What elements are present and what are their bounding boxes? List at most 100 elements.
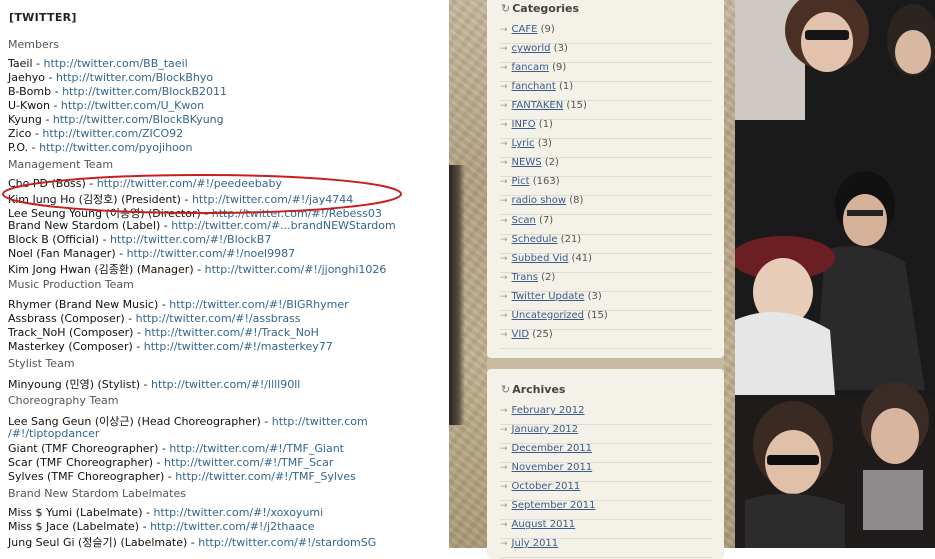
categories-heading: ↻ Categories <box>501 2 579 15</box>
archive-link[interactable]: August 2011 <box>512 519 576 530</box>
archive-link[interactable]: February 2012 <box>512 405 585 416</box>
twitter-link[interactable]: http://twitter.com/BB_taeil <box>43 57 187 70</box>
twitter-entry: Sylves (TMF Choreographer) - http://twit… <box>8 470 356 483</box>
twitter-entry: Assbrass (Composer) - http://twitter.com… <box>8 312 301 325</box>
twitter-entry: Giant (TMF Choreographer) - http://twitt… <box>8 442 344 455</box>
category-item: → fanchant (1) <box>500 81 712 102</box>
category-count: (2) <box>537 271 556 283</box>
category-link[interactable]: Lyric <box>512 138 535 149</box>
twitter-entry: Miss $ Yumi (Labelmate) - http://twitter… <box>8 506 323 519</box>
category-item: → fancam (9) <box>500 62 712 83</box>
entry-name: Giant (TMF Choreographer) - <box>8 442 170 455</box>
archive-link[interactable]: December 2011 <box>512 443 592 454</box>
archives-heading-label: Archives <box>512 383 566 396</box>
arrow-bullet-icon: → <box>500 272 508 283</box>
archive-item: → January 2012 <box>500 424 712 444</box>
twitter-entry: Cho PD (Boss) - http://twitter.com/#!/pe… <box>8 177 282 190</box>
twitter-entry: Miss $ Jace (Labelmate) - http://twitter… <box>8 520 315 533</box>
category-link[interactable]: fanchant <box>512 81 556 92</box>
entry-name: Assbrass (Composer) - <box>8 312 136 325</box>
arrow-bullet-icon: → <box>500 139 508 150</box>
twitter-link[interactable]: http://twitter.com/#!/noel9987 <box>127 247 296 260</box>
category-item: → Lyric (3) <box>500 138 712 159</box>
category-item: → Schedule (21) <box>500 234 712 254</box>
category-link[interactable]: cyworld <box>512 43 551 54</box>
twitter-link[interactable]: /#!/tiptopdancer <box>8 427 99 440</box>
archive-link[interactable]: January 2012 <box>512 424 579 435</box>
arrow-bullet-icon: → <box>500 215 508 226</box>
category-link[interactable]: radio show <box>512 195 567 206</box>
refresh-icon: ↻ <box>501 383 511 396</box>
category-link[interactable]: Twitter Update <box>512 291 585 302</box>
twitter-link[interactable]: http://twitter.com/#!/masterkey77 <box>144 340 333 353</box>
twitter-entry: Zico - http://twitter.com/ZICO92 <box>8 127 183 140</box>
twitter-entry: Kim Jong Hwan (김종환) (Manager) - http://t… <box>8 261 386 277</box>
twitter-link[interactable]: http://twitter.com/#!/assbrass <box>136 312 301 325</box>
twitter-link[interactable]: http://twitter.com/#!/xoxoyumi <box>153 506 323 519</box>
twitter-link[interactable]: http://twitter.com/U_Kwon <box>61 99 204 112</box>
category-link[interactable]: Subbed Vid <box>512 253 569 264</box>
category-count: (3) <box>550 43 568 55</box>
twitter-link[interactable]: http://twitter.com/#!/llll90ll <box>151 378 300 391</box>
category-link[interactable]: Scan <box>512 215 536 226</box>
arrow-bullet-icon: → <box>500 253 508 264</box>
entry-name: Miss $ Yumi (Labelmate) - <box>8 506 154 519</box>
twitter-link[interactable]: http://twitter.com/BlockBKyung <box>53 113 224 126</box>
category-link[interactable]: CAFE <box>512 24 538 35</box>
archives-widget: ↻ Archives → February 2012 → January 2012 → De… <box>487 369 724 559</box>
arrow-bullet-icon: → <box>500 406 508 416</box>
twitter-link[interactable]: http://twitter.com/#!/TMF_Giant <box>169 442 344 455</box>
entry-name: Taeil - <box>8 57 44 70</box>
category-link[interactable]: Schedule <box>512 234 558 245</box>
twitter-link[interactable]: http://twitter.com/#...brandNEWStardom <box>171 219 395 232</box>
category-item: → radio show (8) <box>500 195 712 216</box>
category-item: → VID (25) <box>500 329 712 349</box>
twitter-link[interactable]: http://twitter.com/#!/TMF_Sylves <box>175 470 356 483</box>
category-item: → CAFE (9) <box>500 24 712 44</box>
twitter-link[interactable]: http://twitter.com/ZICO92 <box>42 127 183 140</box>
entry-name: Kim Jong Hwan (김종환) (Manager) - <box>8 263 205 276</box>
twitter-link[interactable]: http://twitter.com/#!/stardomSG <box>198 536 376 548</box>
category-count: (15) <box>584 309 608 321</box>
twitter-entry: Noel (Fan Manager) - http://twitter.com/… <box>8 247 295 260</box>
twitter-link[interactable]: http://twitter.com/#!/BIGRhymer <box>169 298 348 311</box>
category-link[interactable]: NEWS <box>512 157 542 168</box>
entry-name: Cho PD (Boss) - <box>8 177 97 190</box>
twitter-link[interactable]: http://twitter.com/#!/peedeebaby <box>97 177 282 190</box>
entry-name: Zico - <box>8 127 43 140</box>
twitter-link[interactable]: http://twitter.com/#!/j2thaace <box>150 520 315 533</box>
arrow-bullet-icon: → <box>500 177 508 188</box>
category-link[interactable]: VID <box>512 329 530 340</box>
category-link[interactable]: Uncategorized <box>512 310 584 321</box>
category-link[interactable]: Trans <box>512 272 538 283</box>
archive-link[interactable]: July 2011 <box>512 538 559 549</box>
archive-link[interactable]: November 2011 <box>512 462 593 473</box>
twitter-entry: U-Kwon - http://twitter.com/U_Kwon <box>8 99 204 112</box>
category-count: (25) <box>529 328 553 340</box>
twitter-link[interactable]: http://twitter.com/#!/jjonghi1026 <box>205 263 387 276</box>
category-count: (2) <box>541 157 559 169</box>
twitter-entry: Minyoung (민영) (Stylist) - http://twitter… <box>8 376 300 392</box>
twitter-link[interactable]: http://twitter.com/BlockB2011 <box>62 85 227 98</box>
twitter-entry: Jung Seul Gi (정슬기) (Labelmate) - http://… <box>8 534 376 548</box>
twitter-link[interactable]: http://twitter.com <box>272 415 368 428</box>
category-count: (8) <box>566 195 584 207</box>
category-link[interactable]: Pict <box>512 176 530 187</box>
category-link[interactable]: FANTAKEN <box>512 100 564 111</box>
category-count: (21) <box>557 233 582 245</box>
archive-link[interactable]: October 2011 <box>512 481 581 492</box>
archive-item: → September 2011 <box>500 500 712 520</box>
twitter-link[interactable]: http://twitter.com/#!/Track_NoH <box>144 326 319 339</box>
archive-link[interactable]: September 2011 <box>512 500 596 511</box>
twitter-link[interactable]: http://twitter.com/BlockBhyo <box>56 71 213 84</box>
arrow-bullet-icon: → <box>500 234 508 245</box>
section-heading: Music Production Team <box>8 278 134 291</box>
category-link[interactable]: INFO <box>512 119 536 130</box>
category-count: (9) <box>548 62 567 74</box>
entry-name: P.O. - <box>8 141 40 154</box>
twitter-link[interactable]: http://twitter.com/pyojihoon <box>39 141 192 154</box>
category-link[interactable]: fancam <box>512 62 549 73</box>
entry-name: B-Bomb - <box>8 85 63 98</box>
twitter-link[interactable]: http://twitter.com/#!/TMF_Scar <box>164 456 333 469</box>
twitter-link[interactable]: http://twitter.com/#!/BlockB7 <box>110 233 271 246</box>
